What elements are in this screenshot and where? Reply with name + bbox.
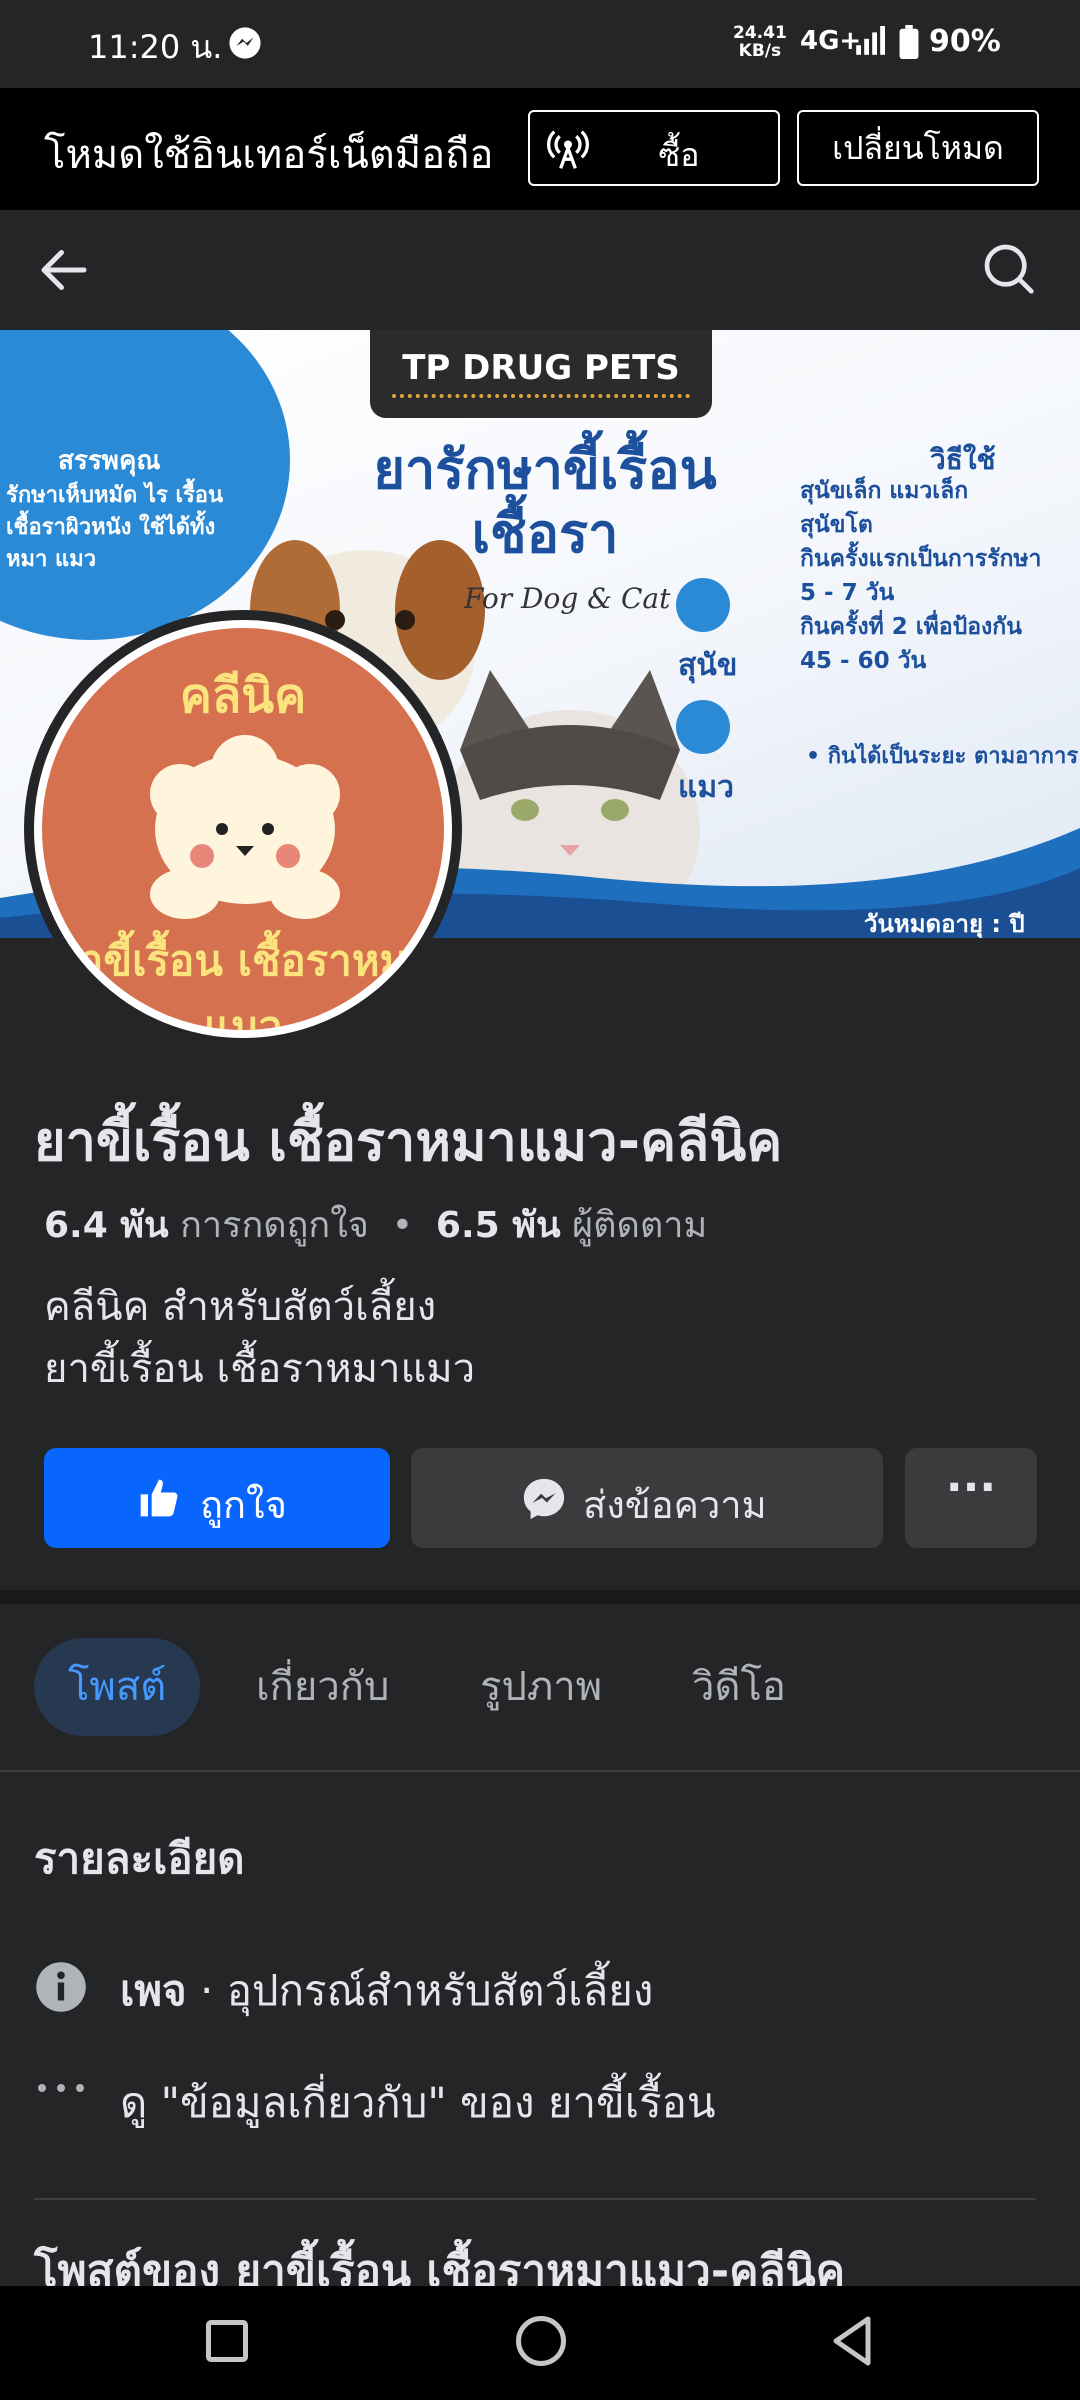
likes-count: 6.4 พัน xyxy=(44,1205,169,1246)
profile-top-text: คลีนิค xyxy=(179,668,307,724)
recent-apps-button[interactable] xyxy=(206,2320,248,2362)
followers-count: 6.5 พัน xyxy=(435,1205,561,1246)
more-options-button[interactable]: ··· xyxy=(905,1448,1037,1548)
description-line: ยาขี้เรื้อน เชื้อราหมาแมว xyxy=(44,1346,476,1392)
status-bar: 11:20 น. 24.41 KB/s 4G+ 90% xyxy=(0,0,1080,88)
info-icon xyxy=(36,1962,86,2012)
usage-note: • กินได้เป็นระยะ ตามอาการ xyxy=(806,744,1079,769)
top-app-bar xyxy=(0,210,1080,330)
back-arrow-icon[interactable] xyxy=(34,240,94,300)
home-button[interactable] xyxy=(516,2316,566,2366)
tab-photos[interactable]: รูปภาพ xyxy=(480,1638,602,1736)
status-time: 11:20 น. xyxy=(88,28,223,66)
section-divider xyxy=(0,1590,1080,1604)
cover-expiry: วันหมดอายุ : ปี 2572 xyxy=(864,910,1025,938)
like-button[interactable]: ถูกใจ xyxy=(44,1448,390,1548)
brand-text: TP DRUG PETS xyxy=(402,348,680,388)
speed-unit: KB/s xyxy=(738,41,782,61)
speed-value: 24.41 xyxy=(733,23,787,43)
thumbs-up-icon xyxy=(140,1479,178,1517)
mobile-data-mode-bar: โหมดใช้อินเทอร์เน็ตมือถือ ซื้อ เปลี่ยนโห… xyxy=(0,88,1080,210)
cover-subtitle: For Dog & Cat xyxy=(464,582,671,615)
usage-item: 5 - 7 วัน xyxy=(800,580,895,606)
description-line: คลีนิค สำหรับสัตว์เลี้ยง xyxy=(44,1284,437,1330)
cover-benefits-title: สรรพคุณ xyxy=(58,446,161,476)
page-description: คลีนิค สำหรับสัตว์เลี้ยง ยาขี้เรื้อน เชื… xyxy=(44,1276,475,1400)
tab-posts[interactable]: โพสต์ xyxy=(34,1638,201,1736)
message-button[interactable]: ส่งข้อความ xyxy=(411,1448,883,1548)
more-dots-icon xyxy=(38,2084,84,2092)
usage-item: กินครั้งแรกเป็นการรักษา xyxy=(800,546,1042,572)
usage-item: 45 - 60 วัน xyxy=(800,648,927,674)
battery-icon xyxy=(899,25,919,59)
search-icon[interactable] xyxy=(980,240,1036,296)
mode-label: โหมดใช้อินเทอร์เน็ตมือถือ xyxy=(44,132,494,178)
battery-percent: 90% xyxy=(929,24,1001,59)
brand-badge: TP DRUG PETS xyxy=(370,330,712,418)
usage-list: สุนัขเล็ก แมวเล็ก สุนัขโต กินครั้งแรกเป็… xyxy=(800,474,1080,678)
like-label: ถูกใจ xyxy=(200,1483,287,1527)
page-stats[interactable]: 6.4 พัน การกดถูกใจ • 6.5 พัน ผู้ติดตาม xyxy=(44,1196,707,1253)
stats-separator: • xyxy=(391,1205,414,1246)
profile-badge: คลีนิค ยาขี้เรื้อน เชื้อราหมาแมว xyxy=(42,628,444,1030)
see-about-link[interactable]: ดู "ข้อมูลเกี่ยวกับ" ของ ยาขี้เรื้อน xyxy=(120,2070,716,2136)
usage-item: กินครั้งที่ 2 เพื่อป้องกัน xyxy=(800,614,1022,640)
poodle-icon xyxy=(150,735,340,919)
cover-title-line2: เชื้อรา xyxy=(471,502,619,565)
page-category: เพจ · อุปกรณ์สำหรับสัตว์เลี้ยง xyxy=(120,1958,653,2024)
profile-bottom-text: ยาขี้เรื้อน เชื้อราหมาแมว xyxy=(55,936,431,1030)
buy-button[interactable]: ซื้อ xyxy=(528,110,780,186)
tab-videos[interactable]: วิดีโอ xyxy=(692,1638,786,1736)
page-title: ยาขี้เรื้อน เชื้อราหมาแมว-คลีนิค xyxy=(34,1110,783,1173)
cat-badge-icon xyxy=(676,700,730,754)
signal-icon xyxy=(856,26,885,55)
message-label: ส่งข้อความ xyxy=(583,1483,767,1527)
profile-picture[interactable]: คลีนิค ยาขี้เรื้อน เชื้อราหมาแมว xyxy=(24,610,462,1048)
dog-badge-icon xyxy=(676,578,730,632)
followers-label: ผู้ติดตาม xyxy=(572,1205,708,1246)
usage-item: สุนัขเล็ก แมวเล็ก xyxy=(800,478,969,504)
profile-ring: คลีนิค ยาขี้เรื้อน เชื้อราหมาแมว xyxy=(34,620,452,1038)
messenger-icon xyxy=(523,1478,565,1520)
details-divider xyxy=(34,2198,1036,2200)
cover-title-line1: ยารักษาขี้เรื้อน xyxy=(373,438,717,501)
dog-label: สุนัข xyxy=(678,648,738,683)
nav-back-icon[interactable] xyxy=(828,2314,874,2368)
tab-about[interactable]: เกี่ยวกับ xyxy=(256,1638,389,1736)
switch-mode-button[interactable]: เปลี่ยนโหมด xyxy=(797,110,1039,186)
brand-dots xyxy=(392,394,690,398)
category-prefix: เพจ xyxy=(120,1966,187,2015)
cover-benefits-text: รักษาเห็บหมัด ไร เรื้อน เชื้อราผิวหนัง ใ… xyxy=(6,483,224,572)
likes-label: การกดถูกใจ xyxy=(180,1205,369,1246)
category-text: · อุปกรณ์สำหรับสัตว์เลี้ยง xyxy=(186,1966,654,2015)
cover-title: ยารักษาขี้เรื้อน เชื้อรา xyxy=(345,438,745,566)
buy-label: ซื้อ xyxy=(658,136,700,174)
tabs-divider xyxy=(0,1770,1080,1772)
cat-label: แมว xyxy=(678,770,734,805)
network-speed: 24.41 KB/s xyxy=(733,24,787,60)
details-title: รายละเอียด xyxy=(34,1834,245,1883)
usage-item: สุนัขโต xyxy=(800,512,873,538)
messenger-icon xyxy=(229,27,261,59)
